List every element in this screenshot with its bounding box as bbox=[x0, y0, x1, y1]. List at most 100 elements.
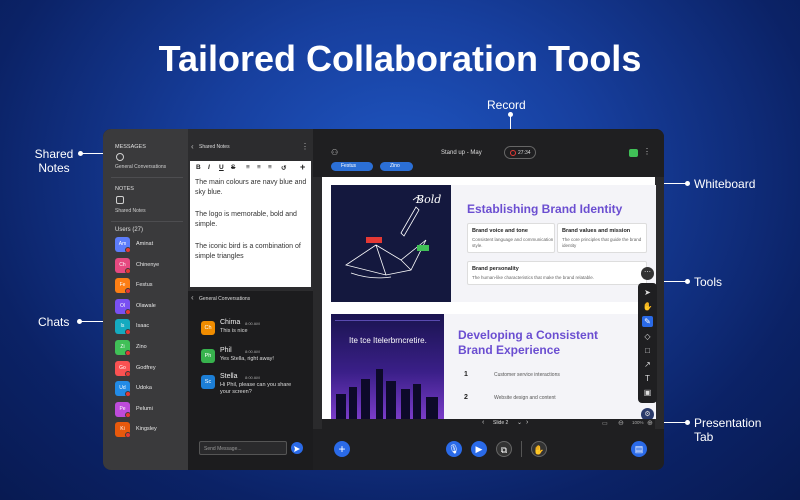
callout-shared-notes-text: Shared Notes bbox=[34, 147, 74, 175]
avatar: Ch bbox=[201, 321, 215, 335]
participant-pill[interactable]: Zino bbox=[380, 162, 413, 171]
align-button[interactable]: ≡ bbox=[268, 164, 272, 171]
microphone-button[interactable]: 🎙 bbox=[446, 441, 462, 457]
slide-website-mockup: Ite tce Itelerbrncretire. bbox=[331, 314, 444, 419]
italic-button[interactable]: I bbox=[208, 164, 210, 171]
slide-title: Developing a Consistent Brand Experience bbox=[458, 328, 599, 357]
chevron-left-icon[interactable]: ‹ bbox=[191, 293, 194, 302]
sidebar: MESSAGES General Conversations NOTES Sha… bbox=[103, 129, 188, 470]
whiteboard[interactable]: Bold Establishing Brand Identity Brand v… bbox=[322, 177, 657, 421]
card-title: Brand personality bbox=[472, 266, 519, 272]
fit-icon[interactable]: ▭ bbox=[602, 420, 608, 427]
record-timer: 27:34 bbox=[518, 150, 531, 156]
connection-icon bbox=[629, 149, 638, 157]
chat-header: General Conversations bbox=[199, 296, 251, 302]
callout-whiteboard: Whiteboard bbox=[694, 177, 756, 191]
text-tool-icon[interactable]: T bbox=[642, 373, 653, 384]
prev-slide-icon[interactable]: ‹ bbox=[482, 419, 484, 426]
status-badge bbox=[125, 267, 131, 274]
messages-header: MESSAGES bbox=[115, 144, 146, 150]
note-paragraph: The iconic bird is a combination of simp… bbox=[195, 243, 301, 260]
underline-button[interactable]: U bbox=[219, 164, 224, 171]
slide-brand-identity: Bold Establishing Brand Identity Brand v… bbox=[331, 185, 656, 302]
eraser-tool-icon[interactable]: ◇ bbox=[642, 331, 653, 342]
arrow-tool-icon[interactable]: ↗ bbox=[642, 359, 653, 370]
callout-chats: Chats bbox=[38, 315, 70, 329]
more-options-icon[interactable]: ⋮ bbox=[301, 142, 309, 151]
status-badge bbox=[125, 308, 131, 315]
strikethrough-button[interactable]: S bbox=[231, 164, 235, 171]
sidebar-item-general-conversations[interactable]: General Conversations bbox=[115, 164, 166, 170]
slide-label[interactable]: Slide 2 bbox=[493, 420, 508, 426]
app-window: MESSAGES General Conversations NOTES Sha… bbox=[103, 129, 664, 470]
step-text: Customer service interactions bbox=[494, 372, 560, 378]
chevron-down-icon[interactable]: ⌄ bbox=[517, 419, 522, 426]
user-name: Godfrey bbox=[136, 364, 156, 371]
user-list-item[interactable]: Is Isaac bbox=[115, 319, 185, 336]
raise-hand-button[interactable]: ✋ bbox=[531, 441, 547, 457]
sidebar-item-shared-notes[interactable]: Shared Notes bbox=[115, 208, 146, 214]
pen-tool-icon[interactable]: ✎ bbox=[642, 316, 653, 327]
numbered-list-button[interactable]: ≡ bbox=[257, 164, 261, 171]
user-list-item[interactable]: Fe Festus bbox=[115, 278, 185, 295]
presentation-tab: ‹ Slide 2 ⌄ › ▭ ⊖ 100% ⊕ bbox=[322, 419, 655, 429]
message-time: 8:00 AM bbox=[245, 349, 260, 354]
status-badge bbox=[125, 288, 131, 295]
participant-pill[interactable]: Festus bbox=[331, 162, 373, 171]
user-name: Udoka bbox=[136, 385, 152, 392]
note-editor[interactable]: B I U S ≡ ≡ ≡ ↺ + The main colours are n… bbox=[190, 161, 311, 287]
note-paragraph: The main colours are navy blue and sky b… bbox=[195, 179, 307, 196]
hand-tool-icon[interactable]: ✋ bbox=[642, 301, 653, 312]
step-text: Website design and content bbox=[494, 395, 556, 401]
note-icon bbox=[116, 196, 124, 204]
meeting-controls: + 🎙 ▶ ⧉ ✋ ▤ bbox=[313, 429, 664, 470]
user-list-item[interactable]: Ki Kingsley bbox=[115, 422, 185, 439]
user-list-item[interactable]: Ud Udoka bbox=[115, 381, 185, 398]
pointer-tool-icon[interactable]: ➤ bbox=[642, 287, 653, 298]
record-icon bbox=[510, 150, 516, 156]
sticky-note-tool-icon[interactable]: ▣ bbox=[642, 387, 653, 398]
sender-name: Stella bbox=[220, 373, 238, 380]
chevron-left-icon[interactable]: ‹ bbox=[191, 142, 194, 151]
user-list-item[interactable]: Go Godfrey bbox=[115, 360, 185, 377]
user-list-item[interactable]: Zi Zino bbox=[115, 340, 185, 356]
undo-button[interactable]: ↺ bbox=[281, 164, 286, 172]
participants-icon[interactable]: ⚇ bbox=[331, 148, 338, 157]
mockup-nav bbox=[335, 317, 440, 321]
bold-button[interactable]: B bbox=[196, 164, 201, 171]
more-options-icon[interactable]: ⋮ bbox=[643, 147, 651, 156]
meeting-stage: ⚇ Stand up - May 27:34 ⋮ Festus Zino Bol… bbox=[313, 129, 664, 470]
add-button[interactable]: + bbox=[334, 441, 350, 457]
bullet-list-button[interactable]: ≡ bbox=[246, 164, 250, 171]
camera-button[interactable]: ▶ bbox=[471, 441, 487, 457]
status-badge bbox=[125, 370, 131, 377]
participant-name: Festus bbox=[341, 163, 357, 169]
card-desc: The human-like characteristics that make… bbox=[472, 275, 595, 280]
tools-toggle-button[interactable]: ⋯ bbox=[641, 267, 654, 280]
record-button[interactable]: 27:34 bbox=[504, 146, 536, 159]
presentation-button[interactable]: ▤ bbox=[631, 441, 647, 457]
user-name: Festus bbox=[136, 282, 153, 289]
share-screen-button[interactable]: ⧉ bbox=[496, 441, 512, 457]
zoom-out-icon[interactable]: ⊖ bbox=[618, 419, 624, 427]
callout-tools: Tools bbox=[694, 275, 723, 289]
message-text: Yes Stella, right away! bbox=[220, 356, 274, 362]
message-input[interactable]: Send Message... bbox=[199, 441, 287, 455]
divider bbox=[111, 221, 183, 222]
slide-artwork: Bold bbox=[331, 185, 451, 302]
user-list-item[interactable]: Ch Chinenye bbox=[115, 257, 185, 274]
add-button[interactable]: + bbox=[300, 162, 305, 172]
art-label: Bold bbox=[416, 193, 442, 206]
user-list-item[interactable]: Am Aminat bbox=[115, 237, 185, 253]
next-slide-icon[interactable]: › bbox=[526, 419, 528, 426]
user-list-item[interactable]: Pe Pelumi bbox=[115, 401, 185, 418]
user-list-item[interactable]: Ol Olawale bbox=[115, 298, 185, 315]
rectangle-tool-icon[interactable]: □ bbox=[642, 345, 653, 356]
zoom-in-icon[interactable]: ⊕ bbox=[647, 419, 653, 427]
users-header: Users (27) bbox=[115, 227, 144, 233]
send-button[interactable] bbox=[291, 442, 303, 454]
chat-panel: ‹ General Conversations Ch Chima 8:00 AM Th… bbox=[188, 291, 313, 470]
message-time: 8:00 AM bbox=[245, 321, 260, 326]
formatting-toolbar: B I U S ≡ ≡ ≡ ↺ + bbox=[194, 162, 310, 174]
shared-notes-header: ‹ Shared Notes ⋮ bbox=[188, 141, 313, 155]
